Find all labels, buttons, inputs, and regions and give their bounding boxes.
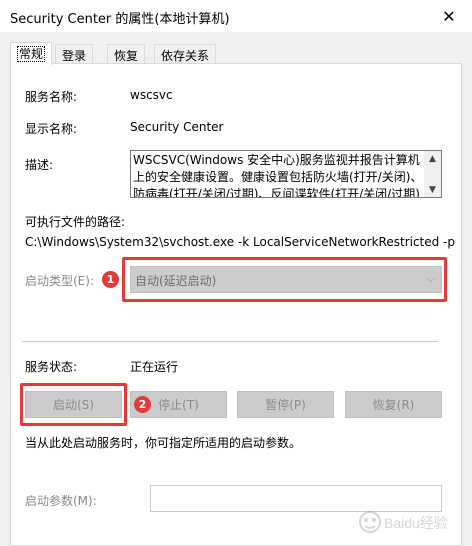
service-status-label: 服务状态: bbox=[25, 360, 78, 374]
start-params-label: 启动参数(M): bbox=[25, 494, 97, 508]
tab-logon[interactable]: 登录 bbox=[55, 44, 93, 64]
tab-recovery[interactable]: 恢复 bbox=[107, 44, 145, 64]
tab-recovery-label: 恢复 bbox=[114, 49, 139, 63]
annotation-badge-2: 2 bbox=[134, 396, 151, 413]
annotation-box-start-button bbox=[20, 383, 127, 426]
svg-text:Baidu经验: Baidu经验 bbox=[384, 515, 448, 531]
exe-path-value[interactable]: C:\Windows\System32\svchost.exe -k Local… bbox=[25, 235, 455, 249]
tab-dependencies-label: 依存关系 bbox=[161, 49, 210, 63]
resume-button[interactable]: 恢复(R) bbox=[345, 391, 442, 418]
general-panel bbox=[10, 63, 462, 546]
pause-button[interactable]: 暂停(P) bbox=[237, 391, 334, 418]
startup-type-label: 启动类型(E): bbox=[25, 274, 94, 288]
service-status-value: 正在运行 bbox=[130, 360, 179, 374]
title-bar: Security Center 的属性(本地计算机) ✕ bbox=[0, 0, 472, 32]
description-label: 描述: bbox=[25, 158, 54, 172]
description-box[interactable]: WSCSVC(Windows 安全中心)服务监视并报告计算机上的安全健康设置。健… bbox=[130, 150, 442, 198]
close-icon[interactable]: ✕ bbox=[426, 0, 472, 32]
description-scrollbar[interactable]: ▲ ▼ bbox=[424, 151, 441, 197]
separator bbox=[22, 341, 438, 342]
tab-dependencies[interactable]: 依存关系 bbox=[154, 44, 216, 64]
service-name-label: 服务名称: bbox=[25, 90, 78, 104]
scroll-down-icon[interactable]: ▼ bbox=[424, 182, 441, 197]
display-name-value: Security Center bbox=[130, 120, 224, 134]
scroll-up-icon[interactable]: ▲ bbox=[424, 151, 441, 166]
start-params-hint: 当从此处启动服务时，你可指定所适用的启动参数。 bbox=[25, 436, 302, 450]
exe-path-label: 可执行文件的路径: bbox=[25, 215, 126, 229]
display-name-label: 显示名称: bbox=[25, 122, 78, 136]
annotation-box-startup-type bbox=[122, 257, 447, 302]
tab-general[interactable]: 常规 bbox=[10, 42, 52, 65]
baidu-watermark-icon: Baidu经验 bbox=[359, 511, 448, 533]
window-title: Security Center 的属性(本地计算机) bbox=[10, 12, 230, 27]
service-name-value: wscsvc bbox=[130, 88, 173, 102]
annotation-badge-1: 1 bbox=[102, 271, 119, 288]
description-text: WSCSVC(Windows 安全中心)服务监视并报告计算机上的安全健康设置。健… bbox=[133, 153, 423, 198]
tab-logon-label: 登录 bbox=[62, 49, 87, 63]
tab-general-label: 常规 bbox=[17, 46, 46, 62]
